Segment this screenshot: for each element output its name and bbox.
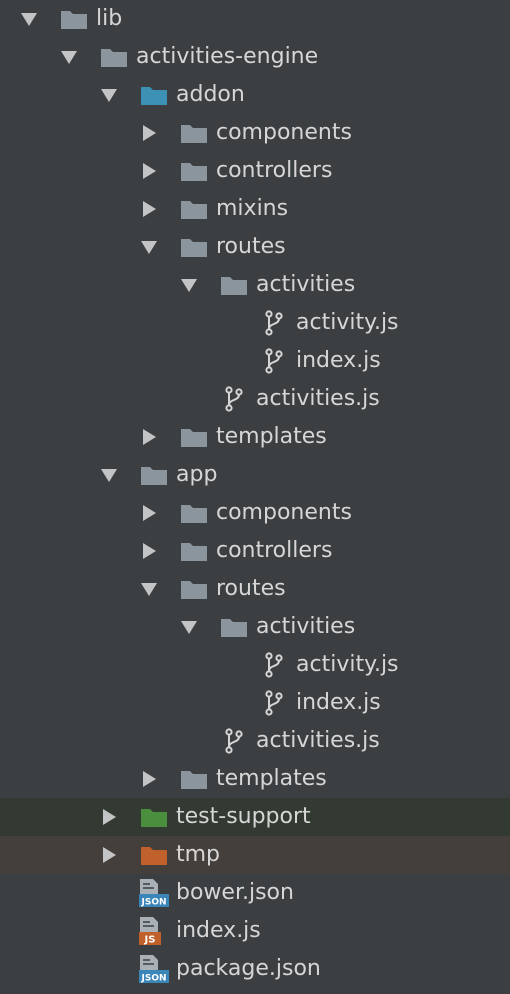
tree-item-label: lib (96, 6, 123, 31)
expand-arrow-down-icon[interactable] (138, 228, 160, 266)
tree-item-label: activities-engine (136, 44, 319, 69)
tree-row-test-support[interactable]: test-support (0, 798, 510, 836)
svg-text:JS: JS (144, 935, 156, 946)
expand-arrow-down-icon[interactable] (18, 0, 40, 38)
tree-item-label: activity.js (296, 310, 399, 335)
tree-row-templates[interactable]: templates (0, 418, 510, 456)
expand-arrow-down-icon[interactable] (178, 608, 200, 646)
tree-item-label: activities (256, 272, 356, 297)
folder-default-icon (178, 228, 210, 266)
expand-arrow-down-icon[interactable] (138, 570, 160, 608)
expand-arrow-down-icon[interactable] (58, 38, 80, 76)
tree-item-label: index.js (296, 348, 381, 373)
tree-row-bower-json[interactable]: JSON bower.json (0, 874, 510, 912)
tree-row-activities[interactable]: activities (0, 608, 510, 646)
tree-item-label: activities (256, 614, 356, 639)
tree-row-index-js[interactable]: index.js (0, 342, 510, 380)
project-file-tree: lib activities-engine addon components contr… (0, 0, 510, 994)
folder-default-icon (178, 152, 210, 190)
tree-item-label: activities.js (256, 386, 380, 411)
git-branch-icon (258, 342, 290, 380)
tree-row-addon[interactable]: addon (0, 76, 510, 114)
tree-row-activities-js[interactable]: activities.js (0, 722, 510, 760)
expand-arrow-right-icon[interactable] (138, 114, 160, 152)
expand-arrow-right-icon[interactable] (98, 836, 120, 874)
tree-item-label: templates (216, 424, 327, 449)
tree-item-label: activity.js (296, 652, 399, 677)
svg-text:JSON: JSON (140, 974, 166, 984)
expand-arrow-right-icon[interactable] (138, 494, 160, 532)
folder-default-icon (218, 608, 250, 646)
expand-arrow-down-icon[interactable] (98, 456, 120, 494)
expand-arrow-right-icon[interactable] (98, 798, 120, 836)
tree-row-activity-js[interactable]: activity.js (0, 304, 510, 342)
folder-default-icon (178, 532, 210, 570)
tree-item-label: mixins (216, 196, 289, 221)
tree-item-label: activities.js (256, 728, 380, 753)
tree-row-activities[interactable]: activities (0, 266, 510, 304)
folder-default-icon (98, 38, 130, 76)
folder-test-icon (138, 798, 170, 836)
tree-item-label: index.js (176, 918, 261, 943)
tree-row-templates[interactable]: templates (0, 760, 510, 798)
tree-item-label: tmp (176, 842, 221, 867)
tree-item-label: package.json (176, 956, 321, 981)
expand-arrow-right-icon[interactable] (138, 152, 160, 190)
tree-row-routes[interactable]: routes (0, 570, 510, 608)
tree-row-tmp[interactable]: tmp (0, 836, 510, 874)
tree-item-label: routes (216, 234, 286, 259)
folder-default-icon (178, 570, 210, 608)
tree-row-index-js[interactable]: JS index.js (0, 912, 510, 950)
json-file-icon: JSON (138, 874, 170, 912)
git-branch-icon (258, 304, 290, 342)
folder-default-icon (218, 266, 250, 304)
tree-item-label: index.js (296, 690, 381, 715)
tree-row-mixins[interactable]: mixins (0, 190, 510, 228)
tree-row-activities-engine[interactable]: activities-engine (0, 38, 510, 76)
git-branch-icon (218, 380, 250, 418)
tree-row-components[interactable]: components (0, 114, 510, 152)
tree-item-label: addon (176, 82, 245, 107)
expand-arrow-down-icon[interactable] (178, 266, 200, 304)
folder-default-icon (178, 114, 210, 152)
tree-row-components[interactable]: components (0, 494, 510, 532)
folder-source-icon (138, 76, 170, 114)
tree-item-label: bower.json (176, 880, 294, 905)
expand-arrow-down-icon[interactable] (98, 76, 120, 114)
tree-item-label: components (216, 500, 352, 525)
tree-item-label: controllers (216, 158, 333, 183)
tree-row-activities-js[interactable]: activities.js (0, 380, 510, 418)
tree-row-controllers[interactable]: controllers (0, 532, 510, 570)
folder-default-icon (178, 190, 210, 228)
tree-row-routes[interactable]: routes (0, 228, 510, 266)
tree-item-label: test-support (176, 804, 311, 829)
tree-item-label: routes (216, 576, 286, 601)
tree-item-label: app (176, 462, 218, 487)
git-branch-icon (218, 722, 250, 760)
folder-default-icon (138, 456, 170, 494)
tree-row-index-js[interactable]: index.js (0, 684, 510, 722)
folder-excluded-icon (138, 836, 170, 874)
tree-row-package-json[interactable]: JSON package.json (0, 950, 510, 988)
expand-arrow-right-icon[interactable] (138, 760, 160, 798)
tree-row-controllers[interactable]: controllers (0, 152, 510, 190)
expand-arrow-right-icon[interactable] (138, 190, 160, 228)
tree-row-app[interactable]: app (0, 456, 510, 494)
git-branch-icon (258, 646, 290, 684)
folder-default-icon (178, 418, 210, 456)
json-file-icon: JSON (138, 950, 170, 988)
folder-default-icon (58, 0, 90, 38)
js-file-icon: JS (138, 912, 170, 950)
tree-row-lib[interactable]: lib (0, 0, 510, 38)
expand-arrow-right-icon[interactable] (138, 532, 160, 570)
folder-default-icon (178, 494, 210, 532)
git-branch-icon (258, 684, 290, 722)
tree-item-label: components (216, 120, 352, 145)
svg-text:JSON: JSON (140, 898, 166, 908)
expand-arrow-right-icon[interactable] (138, 418, 160, 456)
tree-item-label: controllers (216, 538, 333, 563)
folder-default-icon (178, 760, 210, 798)
tree-row-activity-js[interactable]: activity.js (0, 646, 510, 684)
tree-item-label: templates (216, 766, 327, 791)
